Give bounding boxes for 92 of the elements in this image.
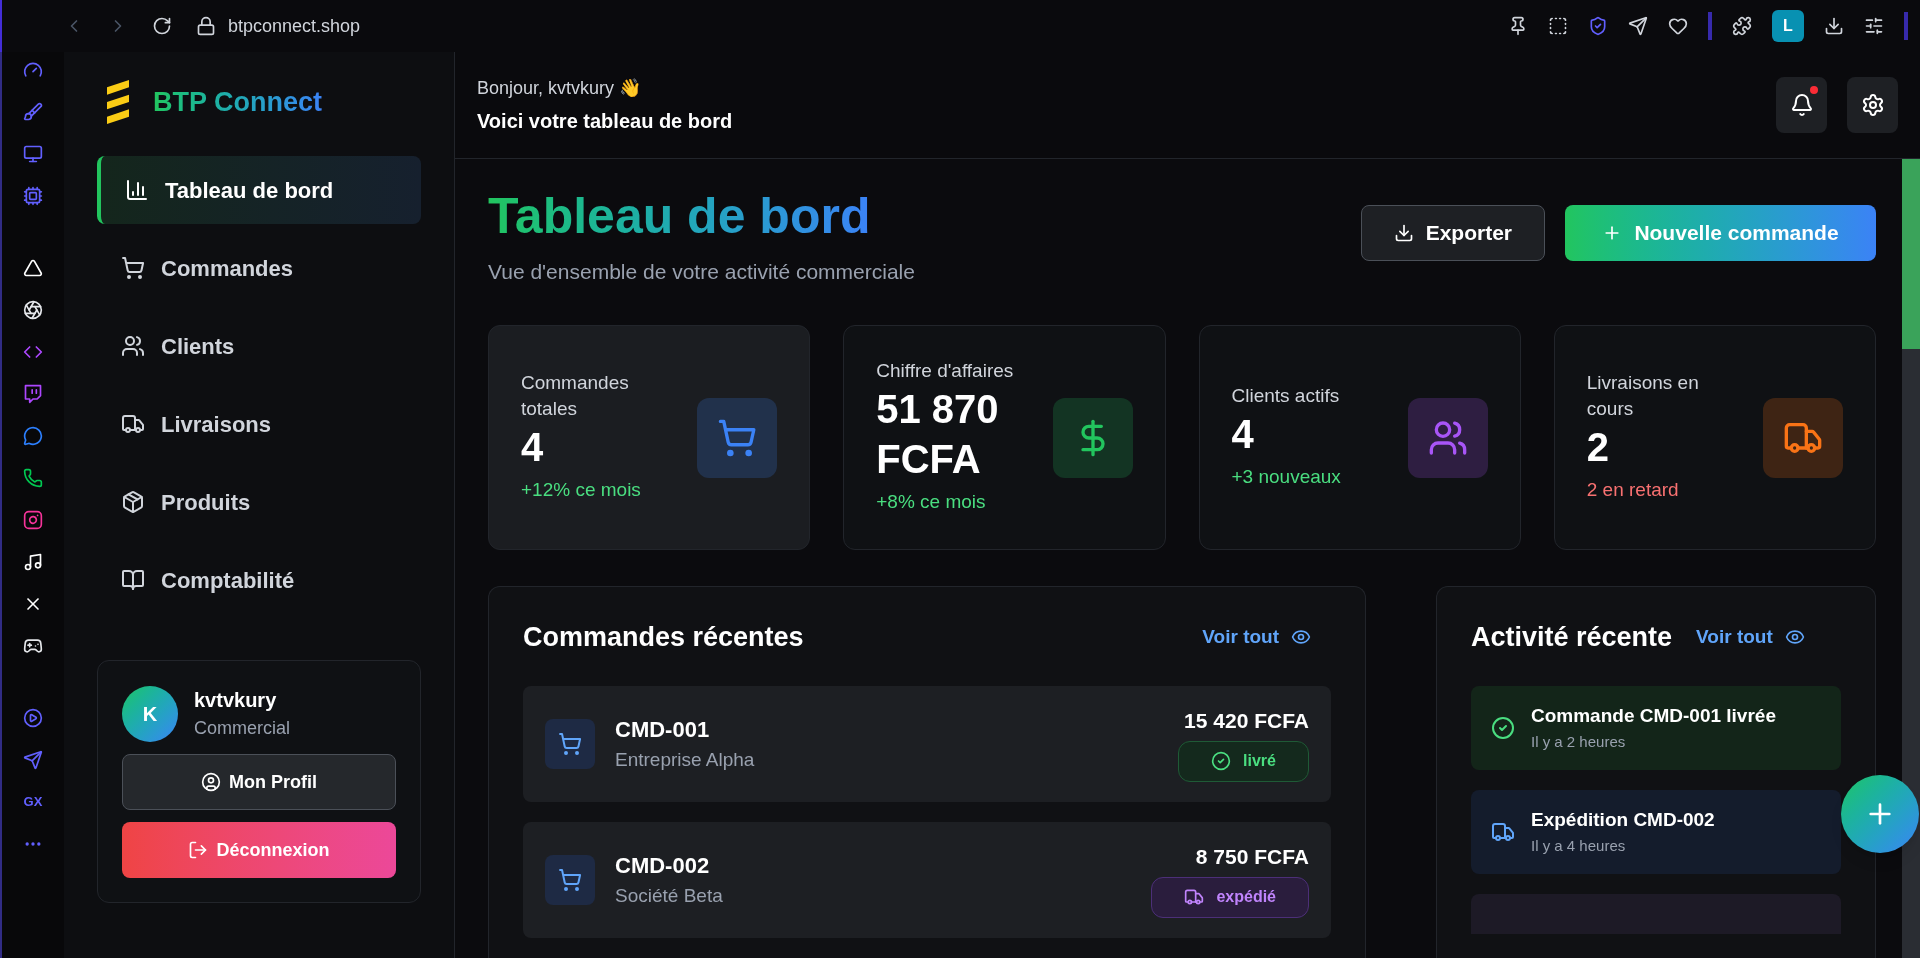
user-avatar: K — [122, 685, 178, 742]
snapshot-icon[interactable] — [1548, 16, 1568, 36]
logo-icon — [107, 80, 129, 124]
stat-trend: +8% ce mois — [876, 490, 987, 515]
header-subtitle: Voici votre tableau de bord — [477, 108, 733, 134]
phone-icon[interactable] — [23, 468, 43, 488]
greeting-text: Bonjour, kvtvkury 👋 — [477, 76, 643, 100]
activity-item[interactable]: Expédition CMD-002 Il y a 4 heures — [1471, 789, 1841, 874]
nav-icon — [121, 412, 145, 436]
status-badge: expédié — [1151, 876, 1309, 918]
nav-icon — [121, 256, 145, 280]
extensions-icon[interactable] — [1732, 16, 1752, 36]
logout-icon — [188, 840, 209, 860]
panel-title: Commandes récentes — [523, 621, 804, 654]
nav-icon — [121, 490, 145, 514]
page-description: Vue d'ensemble de votre activité commerciale — [488, 258, 915, 285]
heart-icon[interactable] — [1668, 16, 1688, 36]
brush-icon[interactable] — [23, 102, 43, 122]
address-text[interactable]: btpconnect.shop — [228, 12, 361, 40]
stat-label: Commandes totales — [521, 371, 630, 422]
activity-time: Il y a 2 heures — [1531, 731, 1627, 752]
aperture-icon[interactable] — [23, 300, 43, 320]
stat-value: 4 — [1231, 411, 1255, 459]
chat-box-icon[interactable] — [23, 384, 43, 404]
bell-icon — [1789, 93, 1814, 117]
stat-value: 2 — [1586, 424, 1610, 472]
reload-icon[interactable] — [152, 16, 172, 36]
messenger-icon[interactable] — [23, 426, 43, 446]
order-row[interactable]: CMD-001 Entreprise Alpha 15 420 FCFA livré — [523, 685, 1331, 802]
export-button[interactable]: Exporter — [1360, 205, 1545, 261]
cart-icon — [558, 867, 582, 892]
order-amount: 15 420 FCFA — [1184, 708, 1309, 735]
download-icon — [1393, 223, 1414, 243]
nav-item[interactable]: Livraisons — [97, 390, 421, 458]
gx-label[interactable]: GX — [23, 792, 43, 812]
settings-icon — [1860, 93, 1885, 117]
nav-icon — [121, 334, 145, 358]
nav-item[interactable]: Comptabilité — [97, 546, 421, 614]
stat-label: Livraisons en cours — [1586, 371, 1700, 422]
stat-trend: +3 nouveaux — [1231, 465, 1341, 490]
activity-text: Expédition CMD-002 — [1531, 808, 1715, 832]
shield-icon[interactable] — [1588, 16, 1608, 36]
scrollbar-thumb[interactable] — [1902, 159, 1920, 349]
order-amount: 8 750 FCFA — [1195, 844, 1309, 871]
cart-icon — [558, 731, 582, 756]
check-icon — [1211, 751, 1232, 772]
lock-icon — [196, 16, 216, 36]
check-icon — [1491, 715, 1515, 740]
play-icon[interactable] — [23, 708, 43, 728]
nav-icon — [121, 568, 145, 592]
gauge-icon[interactable] — [23, 60, 43, 80]
stat-trend: 2 en retard — [1586, 478, 1680, 503]
logout-button[interactable]: Déconnexion — [122, 822, 396, 878]
stat-value: 51 870 FCFA — [876, 386, 1000, 484]
notification-button[interactable] — [1776, 77, 1827, 133]
nav-item[interactable]: Tableau de bord — [97, 156, 421, 224]
order-row[interactable]: CMD-002 Société Beta 8 750 FCFA expédié — [523, 821, 1331, 938]
activity-text: Commande CMD-001 livrée — [1531, 704, 1776, 728]
activity-time: Il y a 4 heures — [1531, 835, 1627, 856]
activity-item[interactable]: Commande CMD-001 livrée Il y a 2 heures — [1471, 685, 1841, 770]
nav-item[interactable]: Commandes — [97, 234, 421, 302]
user-icon — [201, 772, 221, 792]
order-id: CMD-001 — [615, 715, 711, 744]
nav-icon — [125, 178, 149, 202]
view-all-link[interactable]: Voir tout — [1202, 623, 1311, 652]
panel-title: Activité récente — [1471, 621, 1673, 654]
pin-icon[interactable] — [1508, 16, 1528, 36]
monitor-icon[interactable] — [23, 144, 43, 164]
order-client: Entreprise Alpha — [615, 747, 755, 772]
user-role: Commercial — [194, 717, 290, 740]
stat-trend: +12% ce mois — [521, 478, 642, 503]
settings-icon[interactable] — [1864, 16, 1884, 36]
profile-avatar[interactable]: L — [1772, 10, 1804, 42]
gamepad-icon[interactable] — [23, 636, 43, 656]
stat-label: Clients actifs — [1231, 384, 1341, 409]
nav-item[interactable]: Clients — [97, 312, 421, 380]
nav-item[interactable]: Produits — [97, 468, 421, 536]
profile-button[interactable]: Mon Profil — [122, 754, 396, 810]
view-all-link[interactable]: Voir tout — [1696, 623, 1805, 652]
stat-value: 4 — [521, 424, 545, 472]
music-note-icon[interactable] — [23, 552, 43, 572]
user-name: kvtvkury — [194, 688, 278, 713]
stat-label: Chiffre d'affaires — [876, 359, 1015, 384]
status-badge: livré — [1178, 740, 1309, 782]
download-icon[interactable] — [1824, 16, 1844, 36]
triangle-icon[interactable] — [23, 258, 43, 278]
cart-icon — [717, 417, 758, 458]
settings-button[interactable] — [1847, 77, 1898, 133]
chip-icon[interactable] — [23, 186, 43, 206]
order-id: CMD-002 — [615, 851, 711, 880]
camera-icon[interactable] — [23, 510, 43, 530]
order-client: Société Beta — [615, 883, 723, 908]
